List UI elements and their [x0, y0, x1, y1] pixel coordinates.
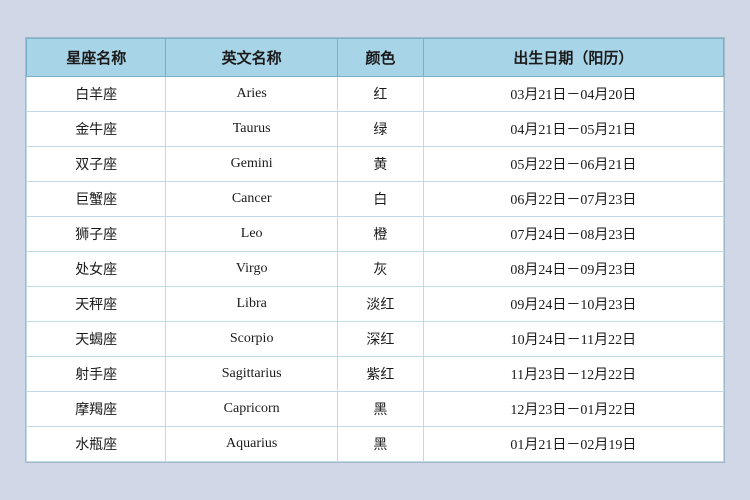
- cell-chinese-name: 射手座: [27, 357, 166, 392]
- cell-chinese-name: 双子座: [27, 147, 166, 182]
- cell-chinese-name: 金牛座: [27, 112, 166, 147]
- cell-english-name: Sagittarius: [166, 357, 338, 392]
- table-row: 处女座Virgo灰08月24日－09月23日: [27, 252, 724, 287]
- cell-color: 红: [337, 77, 423, 112]
- cell-chinese-name: 巨蟹座: [27, 182, 166, 217]
- cell-color: 黑: [337, 392, 423, 427]
- cell-english-name: Cancer: [166, 182, 338, 217]
- cell-dates: 07月24日－08月23日: [423, 217, 723, 252]
- table-header-row: 星座名称 英文名称 颜色 出生日期（阳历）: [27, 39, 724, 77]
- cell-english-name: Capricorn: [166, 392, 338, 427]
- table-row: 射手座Sagittarius紫红11月23日－12月22日: [27, 357, 724, 392]
- cell-chinese-name: 天秤座: [27, 287, 166, 322]
- cell-color: 深红: [337, 322, 423, 357]
- cell-color: 白: [337, 182, 423, 217]
- table-body: 白羊座Aries红03月21日－04月20日金牛座Taurus绿04月21日－0…: [27, 77, 724, 462]
- table-row: 白羊座Aries红03月21日－04月20日: [27, 77, 724, 112]
- cell-english-name: Scorpio: [166, 322, 338, 357]
- cell-color: 绿: [337, 112, 423, 147]
- cell-english-name: Gemini: [166, 147, 338, 182]
- cell-english-name: Virgo: [166, 252, 338, 287]
- cell-color: 橙: [337, 217, 423, 252]
- cell-dates: 12月23日－01月22日: [423, 392, 723, 427]
- header-english-name: 英文名称: [166, 39, 338, 77]
- cell-color: 黑: [337, 427, 423, 462]
- zodiac-table-container: 星座名称 英文名称 颜色 出生日期（阳历） 白羊座Aries红03月21日－04…: [25, 37, 725, 463]
- cell-chinese-name: 狮子座: [27, 217, 166, 252]
- cell-dates: 05月22日－06月21日: [423, 147, 723, 182]
- cell-color: 淡红: [337, 287, 423, 322]
- cell-dates: 08月24日－09月23日: [423, 252, 723, 287]
- table-row: 天秤座Libra淡红09月24日－10月23日: [27, 287, 724, 322]
- cell-chinese-name: 摩羯座: [27, 392, 166, 427]
- cell-dates: 01月21日－02月19日: [423, 427, 723, 462]
- table-row: 狮子座Leo橙07月24日－08月23日: [27, 217, 724, 252]
- cell-chinese-name: 天蝎座: [27, 322, 166, 357]
- cell-dates: 10月24日－11月22日: [423, 322, 723, 357]
- table-row: 天蝎座Scorpio深红10月24日－11月22日: [27, 322, 724, 357]
- table-row: 水瓶座Aquarius黑01月21日－02月19日: [27, 427, 724, 462]
- cell-dates: 06月22日－07月23日: [423, 182, 723, 217]
- zodiac-table: 星座名称 英文名称 颜色 出生日期（阳历） 白羊座Aries红03月21日－04…: [26, 38, 724, 462]
- cell-chinese-name: 处女座: [27, 252, 166, 287]
- cell-english-name: Taurus: [166, 112, 338, 147]
- cell-color: 灰: [337, 252, 423, 287]
- table-row: 巨蟹座Cancer白06月22日－07月23日: [27, 182, 724, 217]
- cell-chinese-name: 水瓶座: [27, 427, 166, 462]
- cell-english-name: Libra: [166, 287, 338, 322]
- table-row: 金牛座Taurus绿04月21日－05月21日: [27, 112, 724, 147]
- cell-color: 黄: [337, 147, 423, 182]
- header-color: 颜色: [337, 39, 423, 77]
- header-birthdate: 出生日期（阳历）: [423, 39, 723, 77]
- cell-dates: 09月24日－10月23日: [423, 287, 723, 322]
- cell-english-name: Leo: [166, 217, 338, 252]
- cell-dates: 04月21日－05月21日: [423, 112, 723, 147]
- cell-color: 紫红: [337, 357, 423, 392]
- cell-english-name: Aquarius: [166, 427, 338, 462]
- header-chinese-name: 星座名称: [27, 39, 166, 77]
- table-row: 摩羯座Capricorn黑12月23日－01月22日: [27, 392, 724, 427]
- cell-chinese-name: 白羊座: [27, 77, 166, 112]
- cell-dates: 03月21日－04月20日: [423, 77, 723, 112]
- cell-english-name: Aries: [166, 77, 338, 112]
- cell-dates: 11月23日－12月22日: [423, 357, 723, 392]
- table-row: 双子座Gemini黄05月22日－06月21日: [27, 147, 724, 182]
